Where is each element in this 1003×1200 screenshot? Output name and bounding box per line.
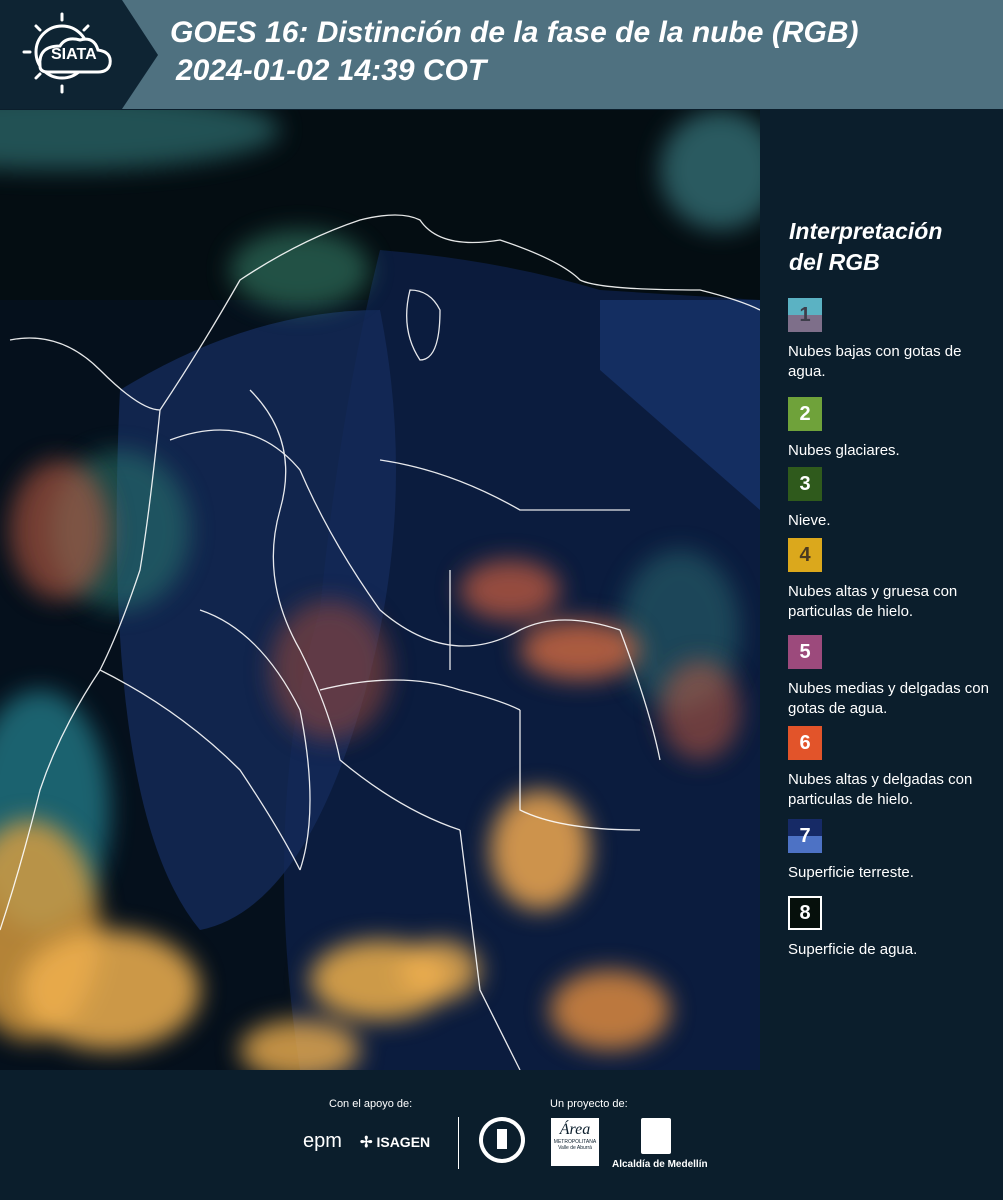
legend-swatch-4: 4: [788, 538, 822, 572]
legend-title-line-1: Interpretación: [789, 218, 943, 244]
footer-divider: [458, 1117, 459, 1169]
siata-logo: SIATA: [0, 0, 160, 109]
epm-logo: epm: [303, 1130, 342, 1152]
legend-text-3: Nieve.: [788, 512, 831, 529]
support-label: Con el apoyo de:: [329, 1098, 413, 1110]
alcaldia-shield-icon: [641, 1118, 671, 1154]
legend-text-8: Superficie de agua.: [788, 941, 918, 958]
logo-text: SIATA: [51, 46, 97, 63]
legend-item-3: 3 Nieve.: [788, 467, 998, 531]
header-bar: SIATA GOES 16: Distinción de la fase de …: [0, 0, 1003, 109]
legend-item-5: 5 Nubes medias y delgadas con gotas de a…: [788, 635, 998, 719]
legend-text-6: Nubes altas y delgadas con particulas de…: [788, 771, 973, 808]
legend-item-2: 2 Nubes glaciares.: [788, 397, 998, 461]
legend-swatch-7: 7: [788, 819, 822, 853]
legend-item-1: 1 Nubes bajas con gotas de agua.: [788, 298, 998, 382]
legend-panel: Interpretación del RGB 1 Nubes bajas con…: [760, 110, 1003, 1070]
legend-text-5: Nubes medias y delgadas con gotas de agu…: [788, 680, 989, 717]
legend-text-4: Nubes altas y gruesa con particulas de h…: [788, 583, 958, 620]
area-metropolitana-logo: Área METROPOLITANA Valle de Aburrá: [551, 1118, 599, 1166]
medellin-seal-logo: [477, 1115, 527, 1170]
legend-item-6: 6 Nubes altas y delgadas con particulas …: [788, 726, 998, 810]
legend-number-2: 2: [799, 402, 811, 425]
legend-swatch-6: 6: [788, 726, 822, 760]
alcaldia-label: Alcaldía de Medellín: [612, 1159, 708, 1170]
legend-text-7: Superficie terreste.: [788, 864, 914, 881]
legend-number-7: 7: [799, 824, 811, 847]
legend-title-line-2: del RGB: [789, 249, 880, 275]
legend-swatch-1: 1: [788, 298, 822, 332]
legend-number-4: 4: [799, 543, 811, 566]
footer: Con el apoyo de: Un proyecto de: epm ✢ I…: [0, 1070, 1003, 1200]
project-label: Un proyecto de:: [550, 1098, 628, 1110]
legend-number-3: 3: [799, 472, 811, 495]
area-metro-title: Área: [559, 1121, 591, 1138]
legend-title: Interpretación del RGB: [789, 216, 989, 278]
legend-swatch-8: 8: [788, 896, 822, 930]
legend-text-2: Nubes glaciares.: [788, 442, 900, 459]
legend-number-6: 6: [799, 731, 811, 754]
page-title: GOES 16: Distinción de la fase de la nub…: [170, 14, 858, 90]
isagen-logo: ✢ ISAGEN: [360, 1133, 430, 1151]
legend-item-8: 8 Superficie de agua.: [788, 896, 998, 960]
legend-number-1: 1: [799, 303, 811, 326]
legend-item-7: 7 Superficie terreste.: [788, 819, 998, 883]
title-line-1: GOES 16: Distinción de la fase de la nub…: [170, 16, 859, 49]
satellite-rgb-map: [0, 110, 760, 1070]
legend-swatch-5: 5: [788, 635, 822, 669]
legend-swatch-2: 2: [788, 397, 822, 431]
area-metro-sub2: Valle de Aburrá: [558, 1145, 592, 1151]
isagen-icon: ✢: [360, 1134, 373, 1151]
isagen-text: ISAGEN: [376, 1134, 431, 1150]
legend-swatch-3: 3: [788, 467, 822, 501]
title-line-2: 2024-01-02 14:39 COT: [176, 54, 487, 87]
legend-text-1: Nubes bajas con gotas de agua.: [788, 343, 962, 380]
legend-number-5: 5: [799, 640, 811, 663]
legend-item-4: 4 Nubes altas y gruesa con particulas de…: [788, 538, 998, 622]
legend-number-8: 8: [799, 901, 811, 924]
